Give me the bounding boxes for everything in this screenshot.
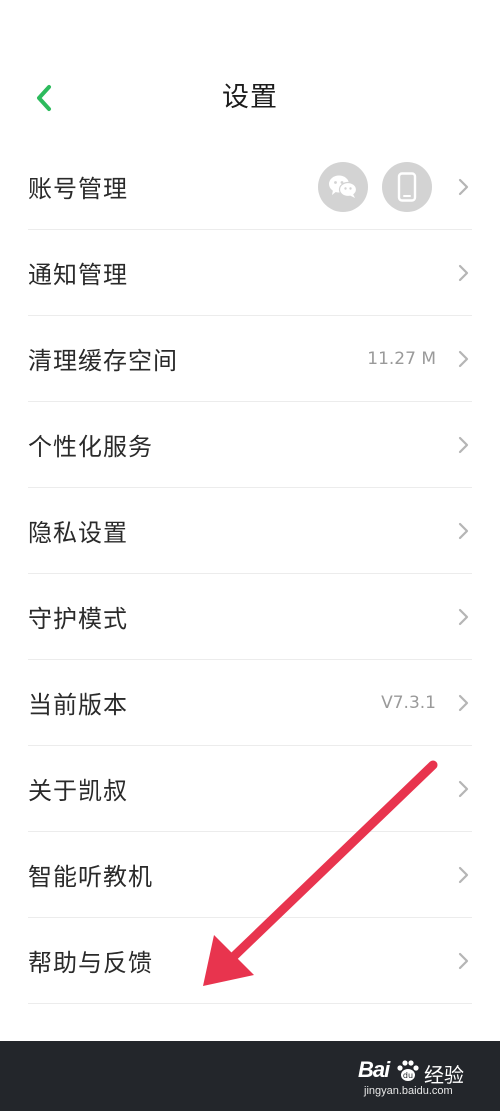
settings-item-label: 隐私设置 [28,519,128,547]
chevron-right-icon [456,349,470,369]
row-right [318,161,472,212]
watermark-url: jingyan.baidu.com [364,1085,453,1097]
settings-item-label: 通知管理 [28,261,128,289]
baidu-jingyan-watermark: Bai du 经验 jingyan.baidu.com [358,1055,478,1099]
watermark-brand: Bai [358,1057,390,1082]
chevron-right-icon [456,521,470,541]
page-title: 设置 [222,82,278,113]
settings-item-privacy[interactable]: 隐私设置 [28,488,472,574]
settings-item-help-feedback[interactable]: 帮助与反馈 [28,918,472,1004]
chevron-right-icon [456,607,470,627]
settings-item-guardian-mode[interactable]: 守护模式 [28,574,472,660]
wechat-icon [318,161,368,212]
settings-item-label: 个性化服务 [28,433,153,461]
settings-item-label: 守护模式 [28,605,128,633]
settings-item-smart-device[interactable]: 智能听教机 [28,832,472,918]
settings-item-label: 关于凯叔 [28,777,128,805]
phone-icon [382,161,432,212]
chevron-right-icon [456,693,470,713]
settings-item-account[interactable]: 账号管理 [28,144,472,230]
row-right: 11.27 M [367,349,472,369]
chevron-right-icon [456,865,470,885]
paw-icon: du [397,1060,419,1081]
settings-item-current-version[interactable]: 当前版本 V7.3.1 [28,660,472,746]
chevron-right-icon [456,435,470,455]
settings-item-personalized-service[interactable]: 个性化服务 [28,402,472,488]
svg-text:du: du [403,1071,413,1080]
chevron-right-icon [456,263,470,283]
settings-item-clear-cache[interactable]: 清理缓存空间 11.27 M [28,316,472,402]
chevron-right-icon [456,177,470,197]
settings-item-label: 清理缓存空间 [28,347,178,375]
watermark-brand-cn: 经验 [424,1065,464,1087]
settings-item-notification[interactable]: 通知管理 [28,230,472,316]
settings-item-label: 帮助与反馈 [28,949,153,977]
version-value: V7.3.1 [381,692,436,713]
top-nav-bar: 设置 [0,52,500,144]
settings-list: 账号管理 通知管理 清理缓存空间 11.27 M 个性化服务 隐私设置 守护模式… [28,144,472,1004]
cache-size-value: 11.27 M [367,348,436,369]
settings-item-label: 账号管理 [28,175,128,203]
chevron-right-icon [456,951,470,971]
chevron-right-icon [456,779,470,799]
settings-item-label: 当前版本 [28,691,128,719]
row-right: V7.3.1 [381,693,472,713]
settings-item-label: 智能听教机 [28,863,153,891]
settings-item-about[interactable]: 关于凯叔 [28,746,472,832]
bottom-bar: Bai du 经验 jingyan.baidu.com [0,1041,500,1111]
